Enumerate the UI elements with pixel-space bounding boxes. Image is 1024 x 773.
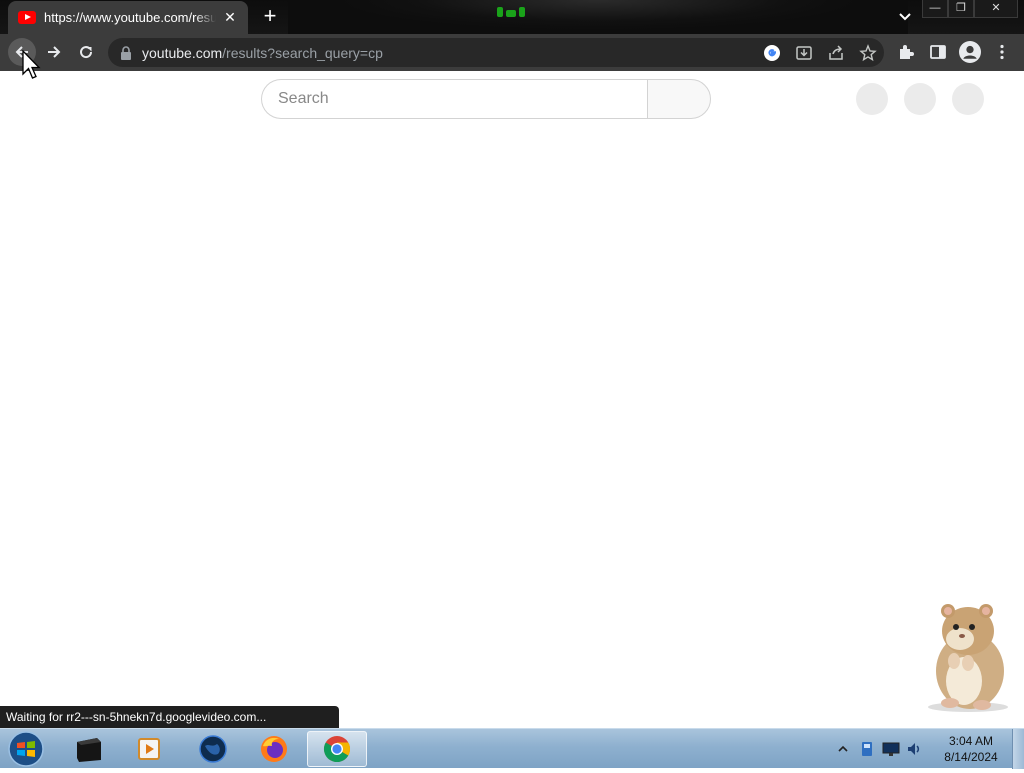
header-placeholder-circle [904,83,936,115]
address-bar-url[interactable]: youtube.com/results?search_query=cp [142,45,383,61]
minimize-button[interactable]: — [922,0,948,18]
youtube-icon [18,11,36,24]
tab-title: https://www.youtube.com/results?search_q… [44,10,216,25]
network-icon[interactable] [856,739,878,759]
youtube-search-input[interactable] [261,79,648,119]
taskbar-clock[interactable]: 3:04 AM 8/14/2024 [936,733,1006,765]
profile-button[interactable] [956,38,984,66]
globe-app-icon [199,735,227,763]
reload-button[interactable] [72,38,100,66]
chrome-menu-button[interactable] [988,38,1016,66]
profile-icon [959,41,981,63]
lock-icon[interactable] [120,45,132,60]
taskbar-chrome-app[interactable] [307,731,367,767]
forward-arrow-icon [48,46,61,58]
forward-button[interactable] [40,38,68,66]
media-player-icon [138,738,160,760]
youtube-search-button[interactable] [647,79,711,119]
title-bar-decoration [497,7,527,17]
start-button[interactable] [6,730,46,768]
restore-button[interactable]: ❐ [948,0,974,18]
tab-close-icon[interactable]: ✕ [222,9,238,26]
browser-status-bubble: Waiting for rr2---sn-5hnekn7d.googlevide… [0,706,339,728]
clock-date: 8/14/2024 [944,750,998,764]
system-tray: 3:04 AM 8/14/2024 [832,729,1024,769]
reload-icon [80,46,93,59]
chrome-icon [323,736,351,763]
web-page-content: Waiting for rr2---sn-5hnekn7d.googlevide… [0,71,1024,728]
install-icon[interactable] [788,38,820,67]
tab-search-chevron-icon[interactable] [895,7,915,27]
firefox-icon [261,736,287,762]
menu-icon [1000,44,1004,60]
side-panel-icon [930,45,946,59]
back-button[interactable] [8,38,36,66]
hamster-desktop-pet[interactable] [924,603,1010,713]
bookmark-star-icon[interactable] [852,38,884,67]
display-icon[interactable] [880,739,902,759]
url-host: youtube.com [142,44,223,61]
windows-start-icon [8,731,44,767]
header-placeholder-circle [856,83,888,115]
back-arrow-icon [15,46,28,58]
google-lens-icon[interactable] [756,38,788,67]
show-hidden-icons[interactable] [832,739,854,759]
taskbar-media-player-app[interactable] [119,731,179,767]
extensions-icon [900,45,914,59]
window-controls: — ❐ ✕ [922,0,1018,18]
header-placeholder-circle [952,83,984,115]
windows-taskbar: 3:04 AM 8/14/2024 [0,728,1024,769]
show-desktop-button[interactable] [1012,729,1024,769]
taskbar-firefox-app[interactable] [244,731,304,767]
address-bar-actions [756,38,884,67]
extensions-button[interactable] [892,38,920,66]
window-close-button[interactable]: ✕ [974,0,1018,18]
taskbar-terminal-app[interactable] [59,731,119,767]
title-bar-drag-area[interactable] [288,0,908,34]
browser-tab-youtube[interactable]: https://www.youtube.com/results?search_q… [8,1,248,34]
url-path: /results?search_query=cp [222,44,383,61]
browser-title-bar: https://www.youtube.com/results?search_q… [0,0,1024,34]
side-panel-button[interactable] [924,38,952,66]
volume-icon[interactable] [904,739,926,759]
browser-toolbar: youtube.com/results?search_query=cp [0,34,1024,71]
share-icon[interactable] [820,38,852,67]
terminal-app-icon [77,738,101,762]
new-tab-button[interactable]: + [258,5,282,29]
clock-time: 3:04 AM [948,734,994,748]
address-bar[interactable]: youtube.com/results?search_query=cp [108,38,884,67]
taskbar-globe-app[interactable] [183,731,243,767]
